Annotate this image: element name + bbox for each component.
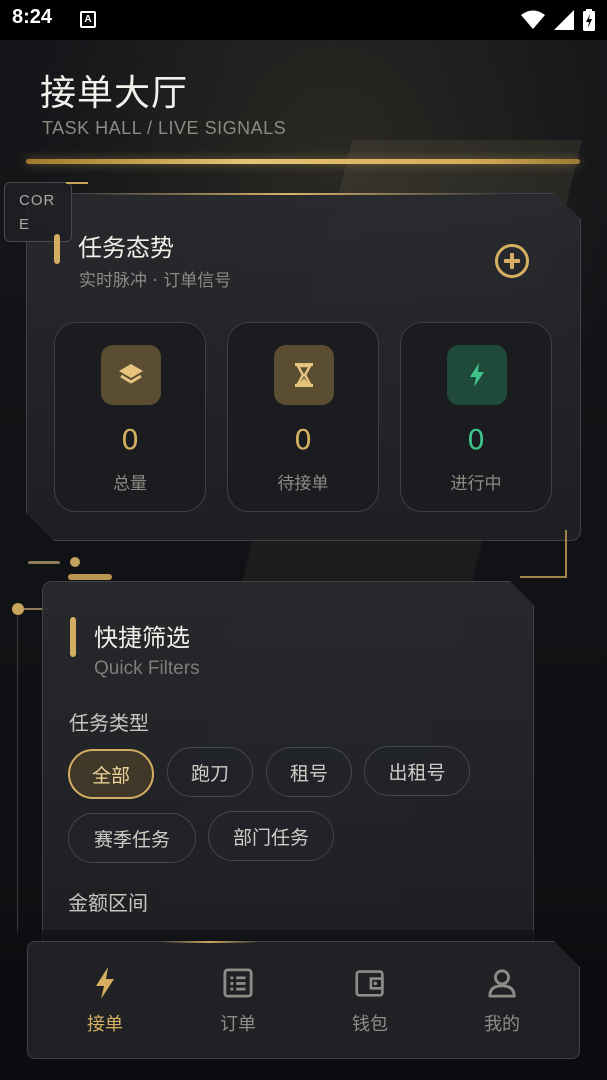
page-title: 接单大厅 <box>40 73 189 114</box>
stat-pending-value: 0 <box>294 423 312 456</box>
deco-line <box>28 561 60 564</box>
stat-total-label: 总量 <box>113 474 147 494</box>
deco-bar <box>68 574 112 580</box>
user-icon <box>487 966 517 1000</box>
deco-corner-vertical <box>565 530 567 578</box>
stat-in-progress-label: 进行中 <box>450 474 502 494</box>
core-tag: COR E <box>4 182 72 242</box>
status-time: 8:24 <box>12 6 53 28</box>
stat-total-value: 0 <box>121 423 139 456</box>
deco-dot <box>70 557 80 567</box>
chip-rent-account[interactable]: 租号 <box>266 747 352 797</box>
task-card-subtitle: 实时脉冲 · 订单信号 <box>79 271 232 291</box>
nav-label: 接单 <box>87 1014 123 1035</box>
chip-lend-account[interactable]: 出租号 <box>364 746 470 796</box>
bolt-icon <box>447 345 507 405</box>
nav-label: 钱包 <box>352 1014 388 1035</box>
deco-dot <box>12 603 24 615</box>
battery-icon <box>583 9 595 31</box>
chip-season-task[interactable]: 赛季任务 <box>68 813 196 863</box>
signal-icon <box>554 10 574 30</box>
notification-a-icon: A <box>80 11 96 28</box>
chip-all[interactable]: 全部 <box>68 749 154 799</box>
nav-item-hall[interactable]: 接单 <box>55 966 155 1046</box>
page-subtitle: TASK HALL / LIVE SIGNALS <box>42 118 287 138</box>
system-icons <box>521 9 595 31</box>
stat-in-progress-value: 0 <box>467 423 485 456</box>
card-top-highlight <box>80 193 500 195</box>
filters-subtitle: Quick Filters <box>94 658 200 679</box>
chip-paodao[interactable]: 跑刀 <box>167 747 253 797</box>
status-bar: 8:24 A <box>0 0 607 40</box>
nav-label: 我的 <box>484 1014 520 1035</box>
task-card-accent-bar <box>54 234 60 264</box>
wifi-icon <box>521 10 545 29</box>
nav-item-orders[interactable]: 订单 <box>188 966 288 1046</box>
task-card-title: 任务态势 <box>78 234 174 262</box>
stat-total[interactable]: 0 总量 <box>54 322 206 512</box>
add-task-button[interactable] <box>495 244 529 278</box>
nav-top-highlight <box>160 941 260 943</box>
nav-item-wallet[interactable]: 钱包 <box>320 966 420 1046</box>
stat-pending[interactable]: 0 待接单 <box>227 322 379 512</box>
deco-vertical-line <box>17 615 18 935</box>
core-tag-accent <box>66 182 88 184</box>
core-tag-line1: COR <box>19 192 56 209</box>
wallet-icon <box>355 966 385 1000</box>
chip-department-task[interactable]: 部门任务 <box>208 811 334 861</box>
layers-icon <box>101 345 161 405</box>
amount-range-label: 金额区间 <box>68 891 148 915</box>
bolt-icon <box>90 966 120 1000</box>
hourglass-icon <box>274 345 334 405</box>
stat-pending-label: 待接单 <box>277 474 329 494</box>
stat-in-progress[interactable]: 0 进行中 <box>400 322 552 512</box>
filters-accent-bar <box>70 617 76 657</box>
list-icon <box>223 966 253 1000</box>
task-type-label: 任务类型 <box>69 711 149 735</box>
core-tag-line2: E <box>19 216 31 233</box>
nav-label: 订单 <box>220 1014 256 1035</box>
nav-item-profile[interactable]: 我的 <box>452 966 552 1046</box>
header-gold-divider <box>26 159 580 164</box>
deco-corner-horizontal <box>520 576 567 578</box>
filters-title: 快捷筛选 <box>94 624 190 652</box>
